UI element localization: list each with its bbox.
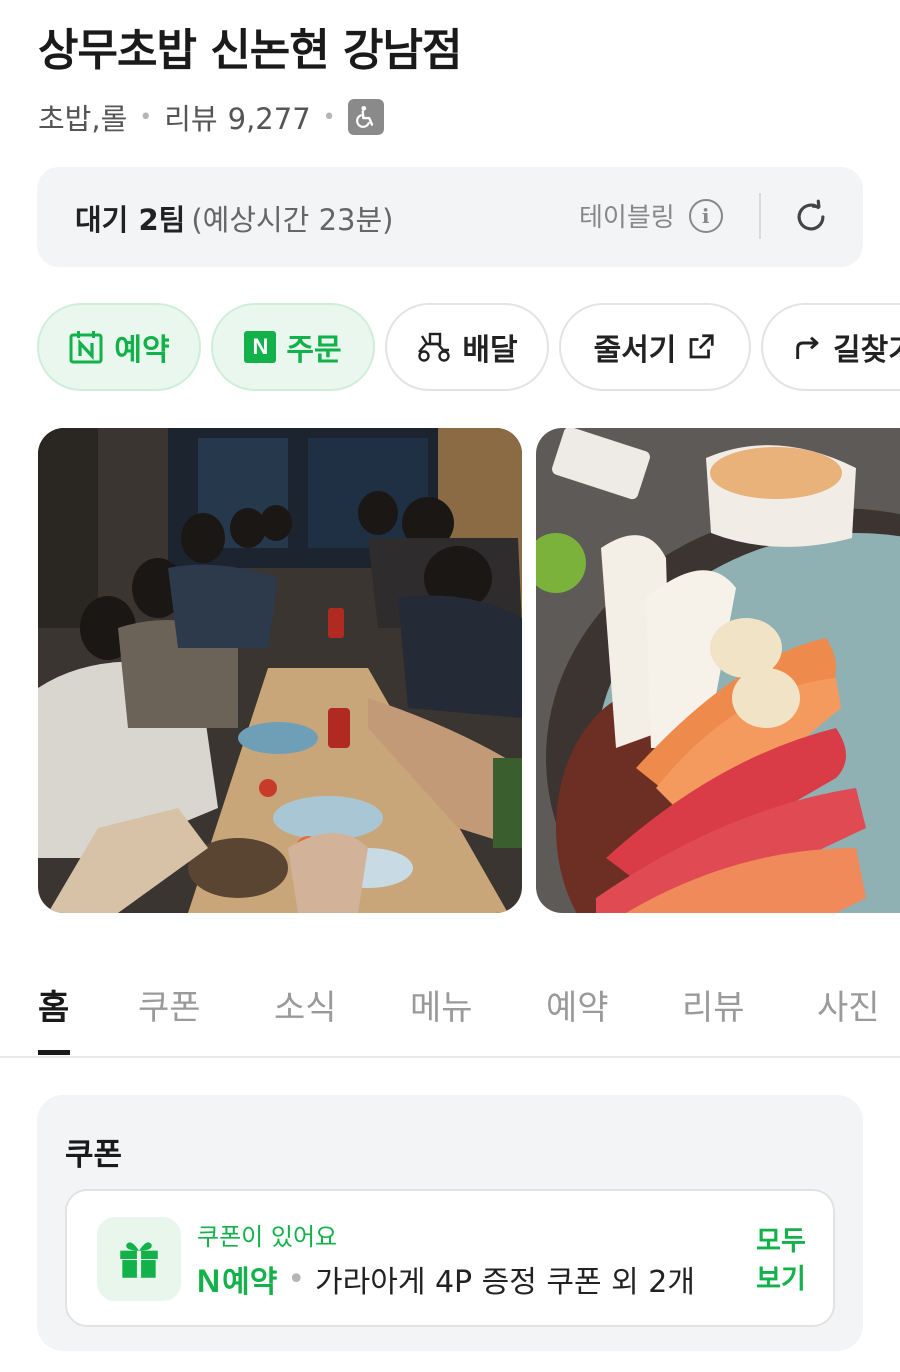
- wait-status-card: 대기 2팀 (예상시간 23분) 테이블링 i: [37, 167, 863, 267]
- tab-photos[interactable]: 사진: [817, 980, 880, 1029]
- sushi-plate-photo[interactable]: [536, 428, 900, 913]
- group-dinner-photo[interactable]: [38, 428, 522, 913]
- divider: [759, 193, 761, 239]
- reserve-button[interactable]: 예약: [37, 303, 201, 391]
- review-count: 9,277: [227, 102, 311, 136]
- tab-coupon[interactable]: 쿠폰: [138, 980, 201, 1029]
- tabling-provider[interactable]: 테이블링 i: [579, 197, 723, 234]
- refresh-button[interactable]: [789, 195, 833, 239]
- tab-reservation[interactable]: 예약: [546, 980, 609, 1029]
- provider-label: 테이블링: [579, 203, 675, 233]
- review-link[interactable]: 리뷰 9,277: [164, 96, 310, 138]
- directions-button[interactable]: 길찾기: [761, 303, 900, 391]
- waitlist-label: 줄서기: [593, 333, 677, 368]
- coupon-card[interactable]: 쿠폰이 있어요 N 예약 • 가라아게 4P 증정 쿠폰 외 2개 모두 보기: [65, 1189, 835, 1327]
- coupon-notice: 쿠폰이 있어요: [197, 1223, 338, 1251]
- reserve-label: 예약: [114, 333, 170, 368]
- naver-calendar-icon: [68, 329, 104, 365]
- wait-estimate: (예상시간 23분): [191, 203, 394, 237]
- place-title: 상무초밥 신논현 강남점: [38, 25, 462, 76]
- separator-dot: •: [322, 104, 336, 130]
- tab-menu[interactable]: 메뉴: [410, 980, 473, 1029]
- separator-dot: •: [139, 104, 153, 130]
- wheelchair-icon: [347, 99, 384, 135]
- see-all-coupons-button[interactable]: 모두 보기: [751, 1223, 811, 1299]
- tab-reviews[interactable]: 리뷰: [682, 980, 745, 1029]
- directions-label: 길찾기: [833, 333, 900, 368]
- see-all-line2: 보기: [756, 1264, 806, 1295]
- delivery-label: 배달: [462, 333, 518, 368]
- wait-status: 대기 2팀 (예상시간 23분): [75, 197, 393, 239]
- separator-dot: •: [287, 1261, 306, 1297]
- refresh-icon: [797, 199, 825, 231]
- place-meta: 초밥,롤 • 리뷰 9,277 •: [38, 96, 384, 138]
- see-all-line1: 모두: [756, 1226, 806, 1257]
- naver-n-icon: N: [244, 331, 277, 363]
- action-chips: 예약 N 주문 배달 줄서기 길찾: [37, 303, 900, 393]
- review-label: 리뷰: [164, 102, 218, 136]
- coupon-detail: N 예약 • 가라아게 4P 증정 쿠폰 외 2개: [197, 1257, 695, 1301]
- tab-bar: 홈 쿠폰 소식 메뉴 예약 리뷰 사진: [0, 970, 900, 1058]
- tab-home[interactable]: 홈: [38, 980, 69, 1029]
- directions-arrow-icon: [791, 331, 823, 363]
- place-category: 초밥,롤: [38, 102, 128, 136]
- brand-label: 예약: [222, 1265, 278, 1300]
- external-link-icon: [686, 332, 716, 362]
- wait-teams: 대기 2팀: [75, 203, 186, 237]
- naver-reservation-brand: N 예약: [197, 1257, 277, 1301]
- gift-icon: [97, 1217, 181, 1301]
- coupon-description: 가라아게 4P 증정 쿠폰 외 2개: [315, 1265, 695, 1300]
- order-label: 주문: [286, 333, 342, 368]
- waitlist-button[interactable]: 줄서기: [559, 303, 751, 391]
- coupon-section: 쿠폰 쿠폰이 있어요 N 예약 • 가라아게 4P 증정 쿠폰 외 2개 모두 보…: [37, 1095, 863, 1351]
- delivery-button[interactable]: 배달: [385, 303, 549, 391]
- naver-n-letter: N: [197, 1263, 221, 1299]
- coupon-heading: 쿠폰: [65, 1137, 123, 1173]
- tab-news[interactable]: 소식: [274, 980, 337, 1029]
- info-icon[interactable]: i: [688, 198, 723, 233]
- order-button[interactable]: N 주문: [211, 303, 375, 391]
- delivery-scooter-icon: [416, 330, 452, 364]
- active-tab-indicator: [38, 1050, 70, 1055]
